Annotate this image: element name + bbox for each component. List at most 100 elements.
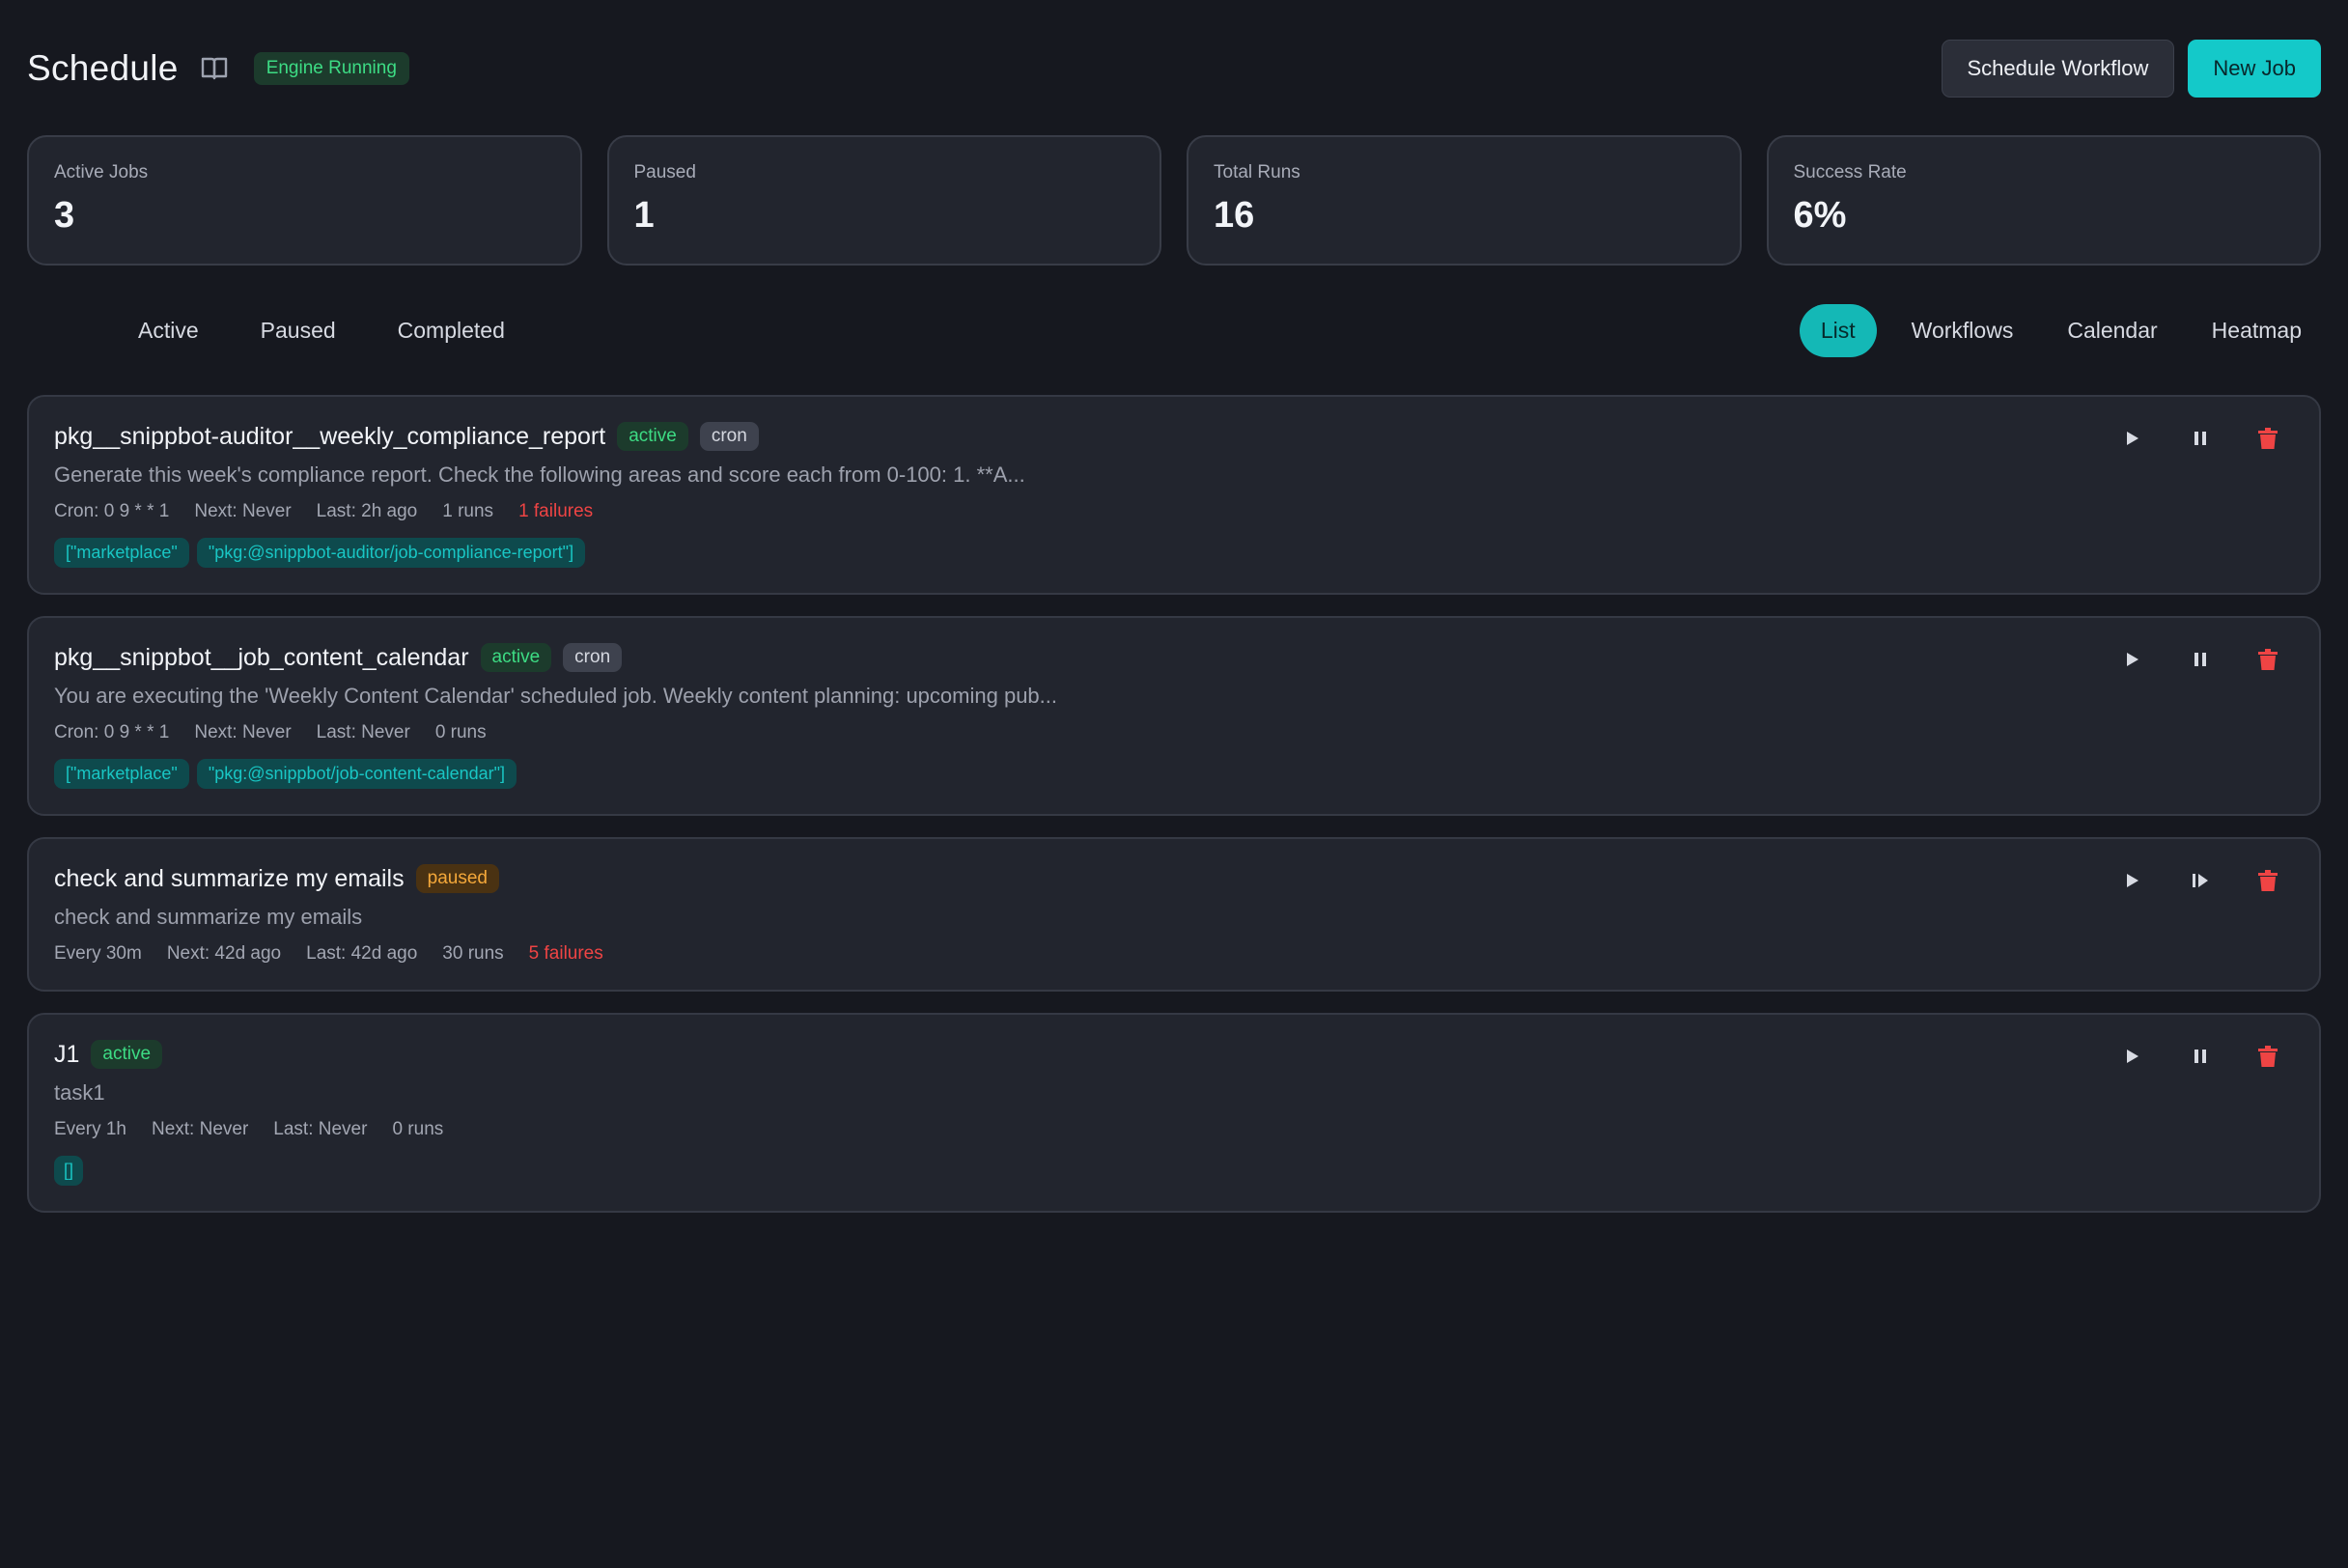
job-actions [2120,1044,2280,1069]
pause-icon[interactable] [2188,1044,2213,1069]
job-title-row: pkg__snippbot-auditor__weekly_compliance… [54,422,2294,451]
trash-icon[interactable] [2255,647,2280,672]
job-meta: Every 1h Next: Never Last: Never 0 runs [54,1119,2294,1140]
job-card[interactable]: check and summarize my emails paused che… [27,837,2321,992]
job-meta: Cron: 0 9 * * 1 Next: Never Last: Never … [54,722,2294,743]
stat-card-success-rate: Success Rate 6% [1766,135,2321,266]
stat-label: Total Runs [1214,162,1300,182]
job-runs: 0 runs [392,1119,444,1139]
job-title-row: J1 active [54,1040,2294,1069]
trash-icon[interactable] [2255,868,2280,893]
job-description: check and summarize my emails [54,905,363,929]
pause-icon[interactable] [2188,426,2213,451]
stat-label: Active Jobs [54,162,149,182]
filter-bar: Active Paused Completed List Workflows C… [27,302,2321,358]
pause-icon[interactable] [2188,647,2213,672]
new-job-button[interactable]: New Job [2188,40,2321,98]
stat-card-paused: Paused 1 [606,135,1161,266]
job-description: You are executing the 'Weekly Content Ca… [54,684,1057,708]
type-badge: cron [563,643,623,672]
job-runs: 30 runs [442,943,504,964]
view-tab-calendar[interactable]: Calendar [2048,304,2176,357]
job-next-run: Next: 42d ago [166,943,282,964]
job-runs: 0 runs [434,722,487,742]
status-badge: paused [415,864,499,893]
type-badge: cron [699,422,759,451]
play-icon[interactable] [2120,647,2145,672]
job-tag: [] [54,1156,84,1186]
job-tag: "pkg:@snippbot/job-content-calendar"] [196,759,517,789]
view-tab-list[interactable]: List [1799,303,1877,357]
tab-active[interactable]: Active [138,318,199,344]
stat-label: Paused [633,162,696,182]
page-title: Schedule [27,48,179,88]
job-tags: ["marketplace" "pkg:@snippbot/job-conten… [54,759,2294,789]
play-icon[interactable] [2120,868,2145,893]
stat-value: 16 [1214,195,1255,236]
job-last-run: Last: 2h ago [316,501,418,521]
trash-icon[interactable] [2255,426,2280,451]
job-tags: ["marketplace" "pkg:@snippbot-auditor/jo… [54,538,2294,568]
job-card[interactable]: J1 active task1 Every 1h Next: Never Las… [27,1013,2321,1213]
job-next-run: Next: Never [194,722,292,742]
job-card[interactable]: pkg__snippbot-auditor__weekly_compliance… [27,395,2321,595]
job-title: pkg__snippbot-auditor__weekly_compliance… [54,422,606,450]
trash-icon[interactable] [2255,1044,2280,1069]
job-next-run: Next: Never [151,1119,249,1139]
job-failures: 1 failures [518,501,594,521]
job-actions [2120,647,2280,672]
job-last-run: Last: Never [273,1119,368,1139]
job-meta: Every 30m Next: 42d ago Last: 42d ago 30… [54,943,2294,965]
page-header: Schedule Engine Running Schedule Workflo… [27,39,2321,98]
job-tags: [] [54,1156,2294,1186]
job-schedule: Every 30m [54,943,142,964]
job-title: pkg__snippbot__job_content_calendar [54,643,469,671]
job-description: Generate this week's compliance report. … [54,462,1025,487]
job-tag: ["marketplace" [54,759,189,789]
tab-paused[interactable]: Paused [261,318,336,344]
resume-icon[interactable] [2188,868,2213,893]
play-icon[interactable] [2120,426,2145,451]
status-tabs: Active Paused Completed [138,318,567,344]
job-title: check and summarize my emails [54,864,405,892]
job-card[interactable]: pkg__snippbot__job_content_calendar acti… [27,616,2321,816]
job-schedule: Cron: 0 9 * * 1 [54,722,170,742]
job-runs: 1 runs [442,501,494,521]
stat-card-active-jobs: Active Jobs 3 [27,135,582,266]
view-tab-heatmap[interactable]: Heatmap [2193,304,2321,357]
view-tab-workflows[interactable]: Workflows [1892,304,2033,357]
play-icon[interactable] [2120,1044,2145,1069]
job-meta: Cron: 0 9 * * 1 Next: Never Last: 2h ago… [54,501,2294,522]
job-tag: ["marketplace" [54,538,189,568]
job-failures: 5 failures [528,943,603,964]
stats-row: Active Jobs 3 Paused 1 Total Runs 16 Suc… [27,135,2321,266]
status-badge: active [617,422,688,451]
status-badge: active [480,643,552,672]
view-tabs: List Workflows Calendar Heatmap [1799,303,2321,357]
job-description: task1 [54,1080,105,1105]
job-actions [2120,426,2280,451]
job-title: J1 [54,1040,80,1068]
stat-value: 3 [54,195,75,236]
stat-value: 1 [633,195,655,236]
stat-card-total-runs: Total Runs 16 [1187,135,1742,266]
job-list: pkg__snippbot-auditor__weekly_compliance… [27,395,2321,1234]
job-actions [2120,868,2280,893]
status-badge: active [91,1040,163,1069]
stat-value: 6% [1793,195,1847,236]
header-actions: Schedule Workflow New Job [1941,40,2321,98]
stat-label: Success Rate [1793,162,1907,182]
job-schedule: Every 1h [54,1119,126,1139]
job-tag: "pkg:@snippbot-auditor/job-compliance-re… [196,538,586,568]
job-last-run: Last: 42d ago [306,943,418,964]
job-title-row: check and summarize my emails paused [54,864,2294,893]
schedule-page: Schedule Engine Running Schedule Workflo… [0,0,2348,1568]
job-last-run: Last: Never [316,722,410,742]
engine-status-badge: Engine Running [253,52,409,85]
schedule-workflow-button[interactable]: Schedule Workflow [1941,40,2175,98]
tab-completed[interactable]: Completed [398,318,505,344]
job-title-row: pkg__snippbot__job_content_calendar acti… [54,643,2294,672]
job-next-run: Next: Never [194,501,292,521]
book-icon[interactable] [200,56,229,81]
job-schedule: Cron: 0 9 * * 1 [54,501,170,521]
